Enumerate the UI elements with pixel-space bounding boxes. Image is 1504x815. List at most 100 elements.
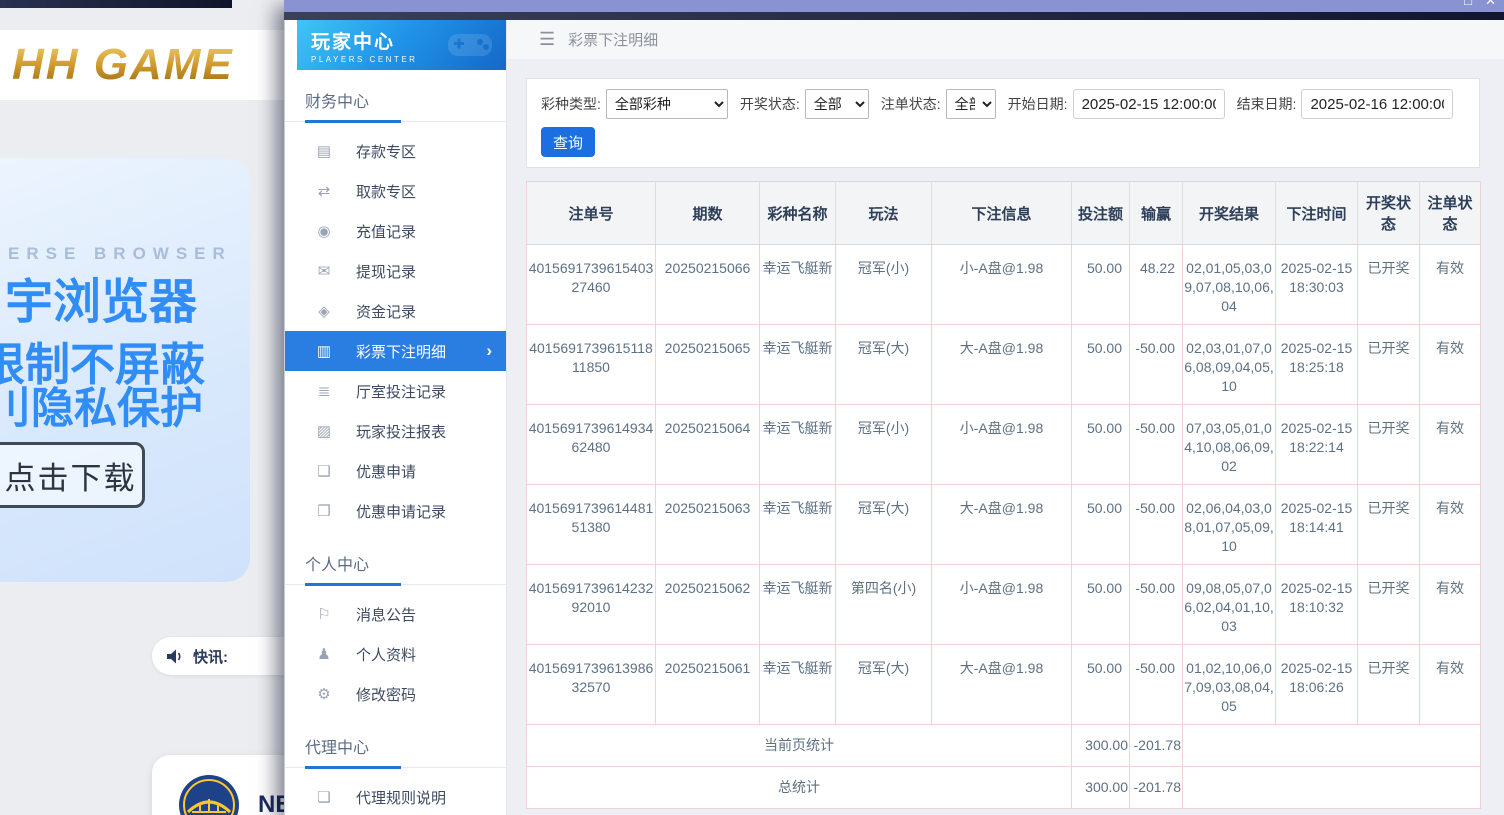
table-cell: -50.00 xyxy=(1130,565,1183,645)
table-cell: -50.00 xyxy=(1130,325,1183,405)
table-row: 40156917396139863257020250215061幸运飞艇新冠军(… xyxy=(527,645,1481,725)
table-cell: 50.00 xyxy=(1072,405,1130,485)
table-cell: 401569173961493462480 xyxy=(527,405,656,485)
summary-cell: 当前页统计 xyxy=(527,725,1072,767)
close-icon[interactable]: ✕ xyxy=(1485,0,1496,8)
window-titlebar: □ ✕ xyxy=(284,0,1504,12)
sidebar-item-label: 存款专区 xyxy=(356,141,416,162)
start-date-label: 开始日期: xyxy=(1008,94,1068,114)
gift-icon: ❑ xyxy=(315,462,333,480)
table-header-row: 注单号期数彩种名称玩法下注信息投注额输赢开奖结果下注时间开奖状态注单状态 xyxy=(527,182,1481,245)
table-cell: 第四名(小) xyxy=(836,565,932,645)
summary-row: 总统计300.00-201.78 xyxy=(527,767,1481,809)
column-header: 输赢 xyxy=(1130,182,1183,245)
table-cell: -50.00 xyxy=(1130,645,1183,725)
table-row: 40156917396149346248020250215064幸运飞艇新冠军(… xyxy=(527,405,1481,485)
sidebar-item-player-bet-report[interactable]: ▨玩家投注报表 xyxy=(285,411,506,451)
table-cell: 50.00 xyxy=(1072,325,1130,405)
withdraw-hand-icon: ⇄ xyxy=(315,182,333,200)
bell-icon: ⚐ xyxy=(315,605,333,623)
table-cell: 09,08,05,07,06,02,04,01,10,03 xyxy=(1183,565,1276,645)
sidebar-item-withdrawal-records[interactable]: ✉提现记录 xyxy=(285,251,506,291)
bet-detail-icon: ▥ xyxy=(315,342,333,360)
sidebar-item-promo-apply[interactable]: ❑ 优惠申请 xyxy=(285,451,506,491)
sidebar-item-lottery-bet-details[interactable]: ▥彩票下注明细› xyxy=(285,331,506,371)
column-header: 期数 xyxy=(656,182,760,245)
table-cell: 07,03,05,01,04,10,08,06,09,02 xyxy=(1183,405,1276,485)
column-header: 注单状态 xyxy=(1420,182,1481,245)
sidebar-item-label: 优惠申请记录 xyxy=(356,501,446,522)
deposit-card-icon: ▤ xyxy=(315,142,333,160)
main-panel: ☰ 彩票下注明细 彩种类型: 全部彩种 开奖状态: 全部 注单状态: xyxy=(507,20,1504,815)
table-cell: 401569173961398632570 xyxy=(527,645,656,725)
table-cell: 已开奖 xyxy=(1358,485,1420,565)
bet-records-table: 注单号期数彩种名称玩法下注信息投注额输赢开奖结果下注时间开奖状态注单状态 401… xyxy=(526,181,1481,809)
query-button[interactable]: 查询 xyxy=(541,127,595,157)
document-icon: ❏ xyxy=(315,788,333,806)
table-cell: 有效 xyxy=(1420,245,1481,325)
sidebar-item-label: 优惠申请 xyxy=(356,461,416,482)
person-icon: ♟ xyxy=(315,645,333,663)
column-header: 投注额 xyxy=(1072,182,1130,245)
lottery-type-select[interactable]: 全部彩种 xyxy=(606,89,728,119)
table-cell: 小-A盘@1.98 xyxy=(932,565,1072,645)
table-cell: 冠军(大) xyxy=(836,485,932,565)
chevron-right-icon: › xyxy=(486,341,492,361)
start-date-input[interactable] xyxy=(1073,89,1225,119)
sidebar-item-label: 玩家投注报表 xyxy=(356,421,446,442)
sidebar-item-recharge-records[interactable]: ◉充值记录 xyxy=(285,211,506,251)
table-cell: 20250215061 xyxy=(656,645,760,725)
table-cell: 大-A盘@1.98 xyxy=(932,325,1072,405)
sidebar-item-withdraw-zone[interactable]: ⇄ 取款专区 xyxy=(285,171,506,211)
sidebar-item-change-password[interactable]: ⚙修改密码 xyxy=(285,674,506,714)
sidebar-item-hall-bet-records[interactable]: ≣厅室投注记录 xyxy=(285,371,506,411)
table-cell: 冠军(小) xyxy=(836,245,932,325)
sidebar-item-label: 厅室投注记录 xyxy=(356,381,446,402)
maximize-icon[interactable]: □ xyxy=(1464,0,1472,8)
end-date-input[interactable] xyxy=(1301,89,1453,119)
filter-panel: 彩种类型: 全部彩种 开奖状态: 全部 注单状态: 全部 开始日期: xyxy=(526,78,1480,168)
table-cell: 401569173961448151380 xyxy=(527,485,656,565)
column-header: 彩种名称 xyxy=(760,182,836,245)
sidebar-item-label: 修改密码 xyxy=(356,684,416,705)
table-cell: 02,01,05,03,09,07,08,10,06,04 xyxy=(1183,245,1276,325)
table-cell: 20250215065 xyxy=(656,325,760,405)
sidebar-item-label: 充值记录 xyxy=(356,221,416,242)
table-cell: 20250215062 xyxy=(656,565,760,645)
order-status-label: 注单状态: xyxy=(881,94,941,114)
table-cell: 幸运飞艇新 xyxy=(760,565,836,645)
table-cell: 20250215064 xyxy=(656,405,760,485)
table-cell: 401569173961423292010 xyxy=(527,565,656,645)
download-button[interactable]: 点击下载 xyxy=(0,442,145,508)
banner-title: 宇浏览器 xyxy=(5,262,197,332)
hamburger-menu-icon[interactable]: ☰ xyxy=(539,29,555,50)
table-row: 40156917396151181185020250215065幸运飞艇新冠军(… xyxy=(527,325,1481,405)
table-cell: 已开奖 xyxy=(1358,245,1420,325)
table-row: 40156917396142329201020250215062幸运飞艇新第四名… xyxy=(527,565,1481,645)
column-header: 注单号 xyxy=(527,182,656,245)
table-cell: 大-A盘@1.98 xyxy=(932,485,1072,565)
summary-cell xyxy=(1183,725,1481,767)
sidebar-item-personal-profile[interactable]: ♟个人资料 xyxy=(285,634,506,674)
sidebar-item-deposit-zone[interactable]: ▤ 存款专区 xyxy=(285,131,506,171)
background-top-strip xyxy=(0,0,232,8)
sidebar-item-label: 取款专区 xyxy=(356,181,416,202)
table-cell: 2025-02-15 18:22:14 xyxy=(1276,405,1358,485)
table-cell: 50.00 xyxy=(1072,485,1130,565)
sidebar-item-label: 消息公告 xyxy=(356,604,416,625)
draw-status-select[interactable]: 全部 xyxy=(805,89,869,119)
sidebar-item-promo-apply-records[interactable]: ❒优惠申请记录 xyxy=(285,491,506,531)
draw-status-label: 开奖状态: xyxy=(740,94,800,114)
table-cell: 已开奖 xyxy=(1358,405,1420,485)
table-cell: 冠军(小) xyxy=(836,405,932,485)
order-status-select[interactable]: 全部 xyxy=(946,89,996,119)
table-cell: 已开奖 xyxy=(1358,645,1420,725)
sidebar-item-agent-rules[interactable]: ❏代理规则说明 xyxy=(285,777,506,815)
summary-cell: 300.00 xyxy=(1072,725,1130,767)
table-cell: 有效 xyxy=(1420,565,1481,645)
sidebar-item-message-announcements[interactable]: ⚐ 消息公告 xyxy=(285,594,506,634)
table-cell: 冠军(大) xyxy=(836,325,932,405)
column-header: 下注时间 xyxy=(1276,182,1358,245)
sidebar-item-funds-records[interactable]: ◈资金记录 xyxy=(285,291,506,331)
table-cell: 幸运飞艇新 xyxy=(760,645,836,725)
